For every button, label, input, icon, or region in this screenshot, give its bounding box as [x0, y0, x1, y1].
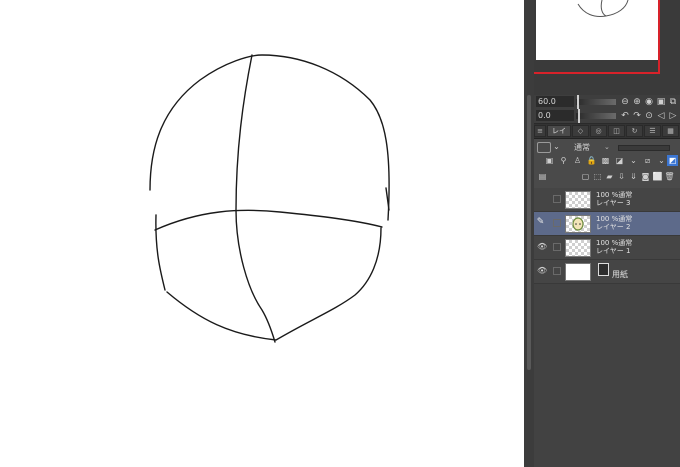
apply-mask-icon[interactable]: ⬜: [652, 171, 663, 182]
layer-row-3[interactable]: 100 %通常 レイヤー 3: [534, 188, 680, 212]
transfer-down-icon[interactable]: ⇩: [616, 171, 627, 182]
eye-icon[interactable]: 👁: [537, 242, 547, 251]
tab-material[interactable]: ▦: [662, 125, 679, 137]
panel-tabs: ≡ レイ ◇ ◎ ◫ ↻ ☰ ▦: [534, 124, 680, 139]
layer-name[interactable]: レイヤー 2: [596, 223, 630, 231]
fit-screen-icon[interactable]: ◉: [644, 97, 654, 107]
chevron-down-icon[interactable]: ⌄: [551, 141, 562, 152]
scrollbar-thumb[interactable]: [527, 95, 531, 370]
navigator-viewport-bottom: [534, 72, 660, 74]
paper-icon: [598, 263, 609, 276]
lock-checkbox[interactable]: [553, 243, 561, 251]
rotate-slider-knob[interactable]: [578, 109, 580, 123]
flip-vertical-icon[interactable]: ▷: [668, 111, 678, 121]
zoom-slider-row: 60.0 ⊖ ⊕ ◉ ▣ ⧉: [534, 95, 680, 110]
layer-properties: 100 %通常: [596, 215, 633, 223]
canvas-scrollbar[interactable]: [524, 0, 534, 467]
lock-checkbox[interactable]: [553, 267, 561, 275]
flip-horizontal-icon[interactable]: ◁: [656, 111, 666, 121]
pen-icon: ✎: [536, 217, 545, 227]
combine-down-icon[interactable]: ⇓: [628, 171, 639, 182]
layer-properties: 100 %通常: [596, 191, 633, 199]
tab-animation[interactable]: ◫: [608, 125, 625, 137]
eye-icon[interactable]: 👁: [537, 266, 547, 275]
layer-thumbnail: [565, 263, 591, 281]
layer-thumbnail-sketch: [572, 217, 584, 231]
blend-mode-select[interactable]: 通常: [574, 143, 590, 153]
lock-checkbox[interactable]: [553, 195, 561, 203]
rotate-left-icon[interactable]: ↶: [620, 111, 630, 121]
panel-menu-icon[interactable]: ▤: [537, 171, 548, 182]
layer-actions-row: ▤ ▢ ⬚ ▰ ⇩ ⇓ ◙ ⬜ 🗑: [534, 171, 680, 185]
rotate-slider-row: 0.0 ↶ ↷ ⊙ ◁ ▷: [534, 109, 680, 124]
layer-properties: 100 %通常: [596, 239, 633, 247]
new-raster-layer-icon[interactable]: ▢: [580, 171, 591, 182]
tab-search-layer[interactable]: ◎: [590, 125, 607, 137]
layer-thumbnail: [565, 215, 591, 233]
mask-icon[interactable]: ◪: [614, 155, 625, 166]
navigator-preview[interactable]: [536, 0, 660, 60]
layer-options-row: ▣ ⚲ ♙ 🔒 ▩ ◪ ⌄ ⧄ ⌄ ◩: [534, 155, 680, 169]
blend-mode-chevron-icon[interactable]: ⌄: [604, 143, 610, 151]
lock-layer-icon[interactable]: 🔒: [586, 155, 597, 166]
ruler-options-icon[interactable]: ⌄: [656, 155, 667, 166]
layer-color-icon[interactable]: [537, 142, 551, 153]
layer-name[interactable]: レイヤー 1: [596, 247, 630, 255]
navigator-thumbnail: [577, 0, 629, 17]
new-folder-icon[interactable]: ▰: [604, 171, 615, 182]
head-sketch: [149, 54, 390, 343]
zoom-value[interactable]: 60.0: [536, 96, 574, 107]
zoom-out-icon[interactable]: ⊖: [620, 97, 630, 107]
layer-thumbnail: [565, 191, 591, 209]
blend-mode-row: ⌄ 通常 ⌄: [534, 140, 680, 154]
delete-layer-icon[interactable]: 🗑: [664, 171, 675, 182]
visibility-toggle[interactable]: [537, 194, 546, 203]
tab-layer-label: レイ: [552, 127, 566, 135]
tab-auto-action[interactable]: ☰: [644, 125, 661, 137]
draft-layer-icon[interactable]: ♙: [572, 155, 583, 166]
mask-options-icon[interactable]: ⌄: [628, 155, 639, 166]
reference-layer-icon[interactable]: ⚲: [558, 155, 569, 166]
mask-create-icon[interactable]: ◙: [640, 171, 651, 182]
tab-menu-icon[interactable]: ≡: [534, 125, 546, 137]
lock-transparency-icon[interactable]: ▩: [600, 155, 611, 166]
clip-layer-icon[interactable]: ▣: [544, 155, 555, 166]
rotate-right-icon[interactable]: ↷: [632, 111, 642, 121]
tab-layer[interactable]: レイ: [547, 125, 571, 137]
navigator-options-icon[interactable]: ⧉: [668, 97, 678, 107]
layer-row-paper[interactable]: 👁 用紙: [534, 260, 680, 284]
actual-size-icon[interactable]: ▣: [656, 97, 666, 107]
zoom-slider-knob[interactable]: [577, 95, 579, 109]
reset-rotation-icon[interactable]: ⊙: [644, 111, 654, 121]
drawing-canvas[interactable]: [0, 0, 524, 467]
layer-list-empty-area: [534, 284, 680, 467]
tab-history[interactable]: ↻: [626, 125, 643, 137]
layer-name[interactable]: レイヤー 3: [596, 199, 630, 207]
layer-name[interactable]: 用紙: [612, 269, 628, 280]
layer-color-toggle-icon[interactable]: ◩: [667, 155, 678, 166]
layer-row-1[interactable]: 👁 100 %通常 レイヤー 1: [534, 236, 680, 260]
zoom-in-icon[interactable]: ⊕: [632, 97, 642, 107]
ruler-icon[interactable]: ⧄: [642, 155, 653, 166]
rotate-value[interactable]: 0.0: [536, 110, 574, 121]
navigator-viewport-right: [658, 0, 660, 74]
right-panel: 60.0 ⊖ ⊕ ◉ ▣ ⧉ 0.0 ↶ ↷ ⊙ ◁ ▷ ≡ レイ ◇ ◎ ◫ …: [534, 0, 680, 467]
opacity-slider[interactable]: [618, 145, 670, 151]
new-vector-layer-icon[interactable]: ⬚: [592, 171, 603, 182]
rotate-slider-track[interactable]: [576, 113, 616, 119]
lock-checkbox[interactable]: [553, 219, 561, 227]
zoom-slider-track[interactable]: [576, 99, 616, 105]
layer-row-2[interactable]: ✎ 100 %通常 レイヤー 2: [534, 212, 680, 236]
layer-thumbnail: [565, 239, 591, 257]
tab-layer-property[interactable]: ◇: [572, 125, 589, 137]
